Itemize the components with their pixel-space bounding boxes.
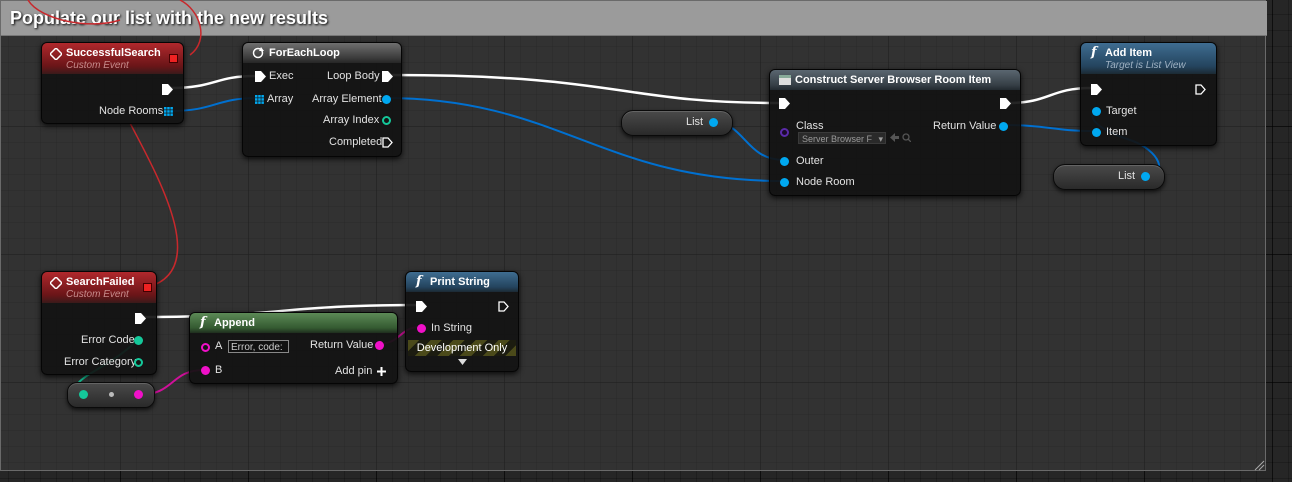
- delegate-pin[interactable]: [169, 54, 178, 63]
- node-rooms-label: Node Rooms: [99, 105, 164, 117]
- loop-body-label: Loop Body: [327, 70, 380, 82]
- browse-search-icon[interactable]: [902, 133, 911, 142]
- class-dropdown-value: Server Browser F: [802, 134, 873, 144]
- error-category-pin[interactable]: [134, 358, 143, 367]
- add-pin-label[interactable]: Add pin: [335, 365, 372, 377]
- variable-label: List: [686, 116, 704, 128]
- node-title: Add Item: [1105, 47, 1153, 59]
- function-icon: f: [1091, 45, 1097, 60]
- exec-in-pin[interactable]: [779, 98, 790, 109]
- completed-pin[interactable]: [382, 137, 393, 148]
- construct-icon: [779, 75, 791, 85]
- exec-out-pin[interactable]: [1000, 98, 1011, 109]
- outer-label: Outer: [796, 155, 824, 167]
- exec-label: Exec: [269, 70, 294, 82]
- development-only-banner: Development Only: [408, 340, 516, 356]
- event-icon: [50, 277, 62, 289]
- list-out-pin[interactable]: [709, 118, 718, 127]
- class-label: Class: [796, 120, 824, 132]
- array-element-label: Array Element: [312, 93, 382, 105]
- node-subtitle: Custom Event: [66, 289, 129, 300]
- target-label: Target: [1106, 105, 1137, 117]
- node-title: Append: [214, 317, 255, 329]
- exec-out-pin[interactable]: [135, 313, 146, 324]
- node-rooms-array-pin[interactable]: [164, 107, 173, 116]
- list-out-pin[interactable]: [1141, 172, 1150, 181]
- array-index-label: Array Index: [323, 114, 380, 126]
- foreach-loop-node[interactable]: ForEachLoop Exec Array Loop Body Array E…: [242, 42, 402, 157]
- class-dropdown[interactable]: Server Browser F ▾: [798, 132, 886, 144]
- array-in-pin[interactable]: [255, 95, 264, 104]
- delegate-wire: [129, 122, 179, 288]
- array-element-pin[interactable]: [382, 95, 391, 104]
- node-subtitle: Target is List View: [1105, 60, 1186, 71]
- exec-in-pin[interactable]: [255, 71, 266, 82]
- b-label: B: [215, 364, 223, 376]
- b-pin[interactable]: [201, 366, 210, 375]
- loop-icon: [252, 47, 264, 59]
- function-icon: f: [200, 315, 206, 330]
- completed-label: Completed: [329, 136, 383, 148]
- node-title: Construct Server Browser Room Item: [795, 74, 992, 86]
- array-index-pin[interactable]: [382, 116, 391, 125]
- exec-in-pin[interactable]: [416, 301, 427, 312]
- in-string-label: In String: [431, 322, 472, 334]
- list-variable-node[interactable]: List: [1053, 164, 1165, 190]
- in-string-pin[interactable]: [417, 324, 426, 333]
- a-input-value: Error, code:: [231, 342, 283, 353]
- development-only-label: Development Only: [416, 342, 508, 354]
- exec-out-pin[interactable]: [1195, 84, 1206, 95]
- return-value-label: Return Value: [310, 339, 374, 351]
- delegate-pin[interactable]: [143, 283, 152, 292]
- delegate-wire: [27, 0, 121, 25]
- print-string-function-node[interactable]: f Print String In String Development Onl…: [405, 271, 519, 372]
- error-code-pin[interactable]: [134, 336, 143, 345]
- plus-icon[interactable]: [377, 367, 386, 376]
- list-variable-node[interactable]: List: [621, 110, 733, 136]
- exec-in-pin[interactable]: [1091, 84, 1102, 95]
- append-function-node[interactable]: f Append A Error, code: Return Value B A…: [189, 312, 398, 384]
- node-title: SuccessfulSearch: [66, 47, 161, 59]
- successful-search-event-node[interactable]: SuccessfulSearch Custom Event Node Rooms: [41, 42, 184, 124]
- conversion-dot-icon: [109, 392, 114, 397]
- node-title: ForEachLoop: [269, 47, 340, 59]
- item-label: Item: [1106, 126, 1128, 138]
- chevron-down-icon: ▾: [878, 134, 883, 144]
- function-icon: f: [416, 274, 422, 289]
- node-title: SearchFailed: [66, 276, 135, 288]
- error-category-label: Error Category: [64, 356, 137, 368]
- event-icon: [50, 48, 62, 60]
- outer-pin[interactable]: [780, 157, 789, 166]
- item-pin[interactable]: [1092, 128, 1101, 137]
- return-value-pin[interactable]: [375, 341, 384, 350]
- conversion-in-pin[interactable]: [79, 390, 88, 399]
- a-label: A: [215, 340, 223, 352]
- search-failed-event-node[interactable]: SearchFailed Custom Event Error Code Err…: [41, 271, 157, 375]
- node-room-pin[interactable]: [780, 178, 789, 187]
- node-title: Print String: [430, 276, 490, 288]
- return-value-pin[interactable]: [999, 122, 1008, 131]
- error-code-label: Error Code: [81, 334, 135, 346]
- to-string-conversion-node[interactable]: [67, 382, 155, 408]
- construct-object-node[interactable]: Construct Server Browser Room Item Class…: [769, 69, 1021, 196]
- return-value-label: Return Value: [933, 120, 997, 132]
- exec-wire: [391, 73, 780, 105]
- loop-body-pin[interactable]: [382, 71, 393, 82]
- expand-arrow-icon[interactable]: [458, 359, 467, 365]
- node-subtitle: Custom Event: [66, 60, 129, 71]
- a-input[interactable]: Error, code:: [228, 340, 289, 353]
- target-pin[interactable]: [1092, 107, 1101, 116]
- array-label: Array: [267, 93, 294, 105]
- conversion-out-pin[interactable]: [134, 390, 143, 399]
- exec-out-pin[interactable]: [162, 84, 173, 95]
- use-selected-asset-icon[interactable]: [890, 133, 899, 142]
- class-pin[interactable]: [780, 128, 789, 137]
- node-room-label: Node Room: [796, 176, 855, 188]
- variable-label: List: [1118, 170, 1136, 182]
- add-item-function-node[interactable]: f Add Item Target is List View Target It…: [1080, 42, 1217, 146]
- a-pin[interactable]: [201, 343, 210, 352]
- exec-out-pin[interactable]: [498, 301, 509, 312]
